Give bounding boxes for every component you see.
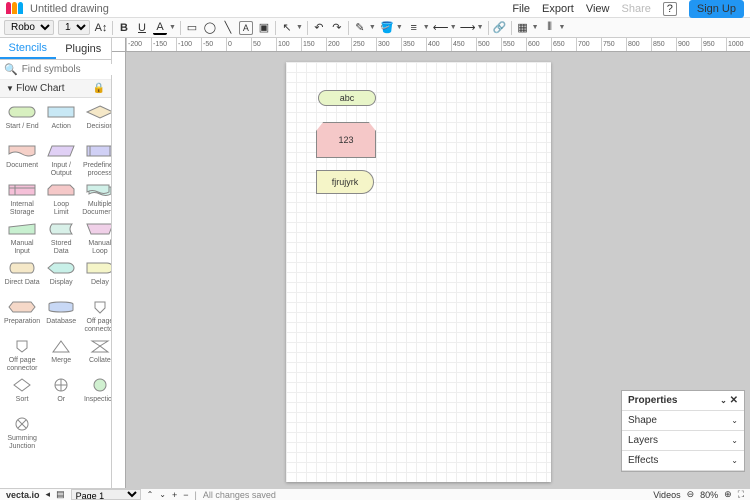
pointer-tool[interactable]: ↖ xyxy=(280,21,294,35)
menu-file[interactable]: File xyxy=(512,3,530,15)
shape-predefined-process[interactable]: Predefined process xyxy=(80,141,111,178)
props-title: Properties xyxy=(628,395,677,406)
shape-display[interactable]: Display xyxy=(44,258,78,295)
shape-input-output[interactable]: Input / Output xyxy=(44,141,78,178)
underline-button[interactable]: U xyxy=(135,21,149,35)
props-shape[interactable]: Shape xyxy=(628,415,657,426)
shape-direct-data[interactable]: Direct Data xyxy=(2,258,42,295)
props-effects[interactable]: Effects xyxy=(628,455,658,466)
fill-tool[interactable]: 🪣 xyxy=(380,21,394,35)
line-style[interactable]: ≡ xyxy=(407,21,421,35)
collapse-icon[interactable]: ⌄ xyxy=(720,396,727,405)
text-size-icon[interactable]: A↕ xyxy=(94,21,108,35)
ruler-horizontal: -200-150-100-500501001502002503003504004… xyxy=(126,38,750,52)
search-icon: 🔍 xyxy=(4,63,18,76)
help-icon[interactable]: ? xyxy=(663,2,677,16)
zoom-level[interactable]: 80% xyxy=(700,490,718,500)
page-down-icon[interactable]: ⌄ xyxy=(159,490,166,499)
add-page-icon[interactable]: + xyxy=(172,490,177,500)
line-tool[interactable]: ╲ xyxy=(221,21,235,35)
menu-share[interactable]: Share xyxy=(622,3,651,15)
doc-title[interactable]: Untitled drawing xyxy=(30,3,109,15)
toolbar: Roboto 14px A↕ B U A▼ ▭ ◯ ╲ A ▣ ↖▼ ↶ ↷ ✎… xyxy=(0,18,750,38)
shape-empty[interactable] xyxy=(44,414,78,451)
shape-or[interactable]: Or xyxy=(44,375,78,412)
shape-loop-limit[interactable]: Loop Limit xyxy=(44,180,78,217)
pen-tool[interactable]: ✎ xyxy=(353,21,367,35)
brand[interactable]: vecta.io xyxy=(6,490,40,500)
shape-empty[interactable] xyxy=(80,414,111,451)
shape-database[interactable]: Database xyxy=(44,297,78,334)
undo-button[interactable]: ↶ xyxy=(312,21,326,35)
app-logo xyxy=(6,2,24,16)
remove-page-icon[interactable]: − xyxy=(183,490,188,500)
tab-stencils[interactable]: Stencils xyxy=(0,38,56,59)
zoom-in-icon[interactable]: ⊕ xyxy=(724,489,732,500)
zoom-out-icon[interactable]: ⊖ xyxy=(687,489,695,500)
node-terminator[interactable]: abc xyxy=(318,90,376,106)
shape-manual-input[interactable]: Manual Input xyxy=(2,219,42,256)
canvas-area[interactable]: -200-150-100-500501001502002503003504004… xyxy=(112,38,750,488)
link-tool[interactable]: 🔗 xyxy=(493,21,507,35)
ruler-vertical xyxy=(112,52,126,488)
lock-icon: 🔒 xyxy=(93,83,105,94)
page-menu-icon[interactable]: ▤ xyxy=(56,489,65,500)
font-select[interactable]: Roboto xyxy=(4,20,54,35)
shape-manual-loop[interactable]: Manual Loop xyxy=(80,219,111,256)
page-select[interactable]: Page 1 xyxy=(71,489,141,500)
align-tool[interactable]: ▦ xyxy=(516,21,530,35)
shape-multiple-documents[interactable]: Multiple Documents xyxy=(80,180,111,217)
shape-merge[interactable]: Merge xyxy=(44,336,78,373)
props-layers[interactable]: Layers xyxy=(628,435,658,446)
ellipse-tool[interactable]: ◯ xyxy=(203,21,217,35)
videos-link[interactable]: Videos xyxy=(653,490,680,500)
image-tool[interactable]: ▣ xyxy=(257,21,271,35)
menu-export[interactable]: Export xyxy=(542,3,574,15)
node-looplimit[interactable]: 123 xyxy=(316,122,376,158)
category-header[interactable]: ▼ Flow Chart 🔒 xyxy=(0,80,111,98)
line-end[interactable]: ⟶ xyxy=(461,21,475,35)
size-select[interactable]: 14px xyxy=(58,20,90,35)
page[interactable]: abc 123 fjrujyrk xyxy=(286,62,551,482)
line-start[interactable]: ⟵ xyxy=(434,21,448,35)
shape-sort[interactable]: Sort xyxy=(2,375,42,412)
shape-off-page-connector[interactable]: Off page connector xyxy=(80,297,111,334)
bold-button[interactable]: B xyxy=(117,21,131,35)
sidebar: Stencils Plugins 🔍 ▼ Flow Chart 🔒 Start … xyxy=(0,38,112,488)
shape-action[interactable]: Action xyxy=(44,102,78,139)
shape-collate[interactable]: Collate xyxy=(80,336,111,373)
prev-icon[interactable]: ◂ xyxy=(46,489,51,500)
shape-inspection[interactable]: Inspection xyxy=(80,375,111,412)
shape-start-end[interactable]: Start / End xyxy=(2,102,42,139)
properties-panel[interactable]: Properties⌄ ✕ Shape⌄ Layers⌄ Effects⌄ xyxy=(621,390,745,472)
menu-view[interactable]: View xyxy=(586,3,610,15)
shape-document[interactable]: Document xyxy=(2,141,42,178)
shape-internal-storage[interactable]: Internal Storage xyxy=(2,180,42,217)
node-delay[interactable]: fjrujyrk xyxy=(316,170,374,194)
signup-button[interactable]: Sign Up xyxy=(689,0,744,18)
tab-plugins[interactable]: Plugins xyxy=(56,38,112,59)
fullscreen-icon[interactable]: ⛶ xyxy=(738,489,744,500)
close-icon[interactable]: ✕ xyxy=(730,395,738,406)
shape-stored-data[interactable]: Stored Data xyxy=(44,219,78,256)
rect-tool[interactable]: ▭ xyxy=(185,21,199,35)
text-color-button[interactable]: A xyxy=(153,21,167,35)
shape-summing-junction[interactable]: Summing Junction xyxy=(2,414,42,451)
page-up-icon[interactable]: ⌃ xyxy=(147,490,154,499)
redo-button[interactable]: ↷ xyxy=(330,21,344,35)
shape-preparation[interactable]: Preparation xyxy=(2,297,42,334)
status-text: All changes saved xyxy=(203,490,276,500)
shape-decision[interactable]: Decision xyxy=(80,102,111,139)
shape-delay[interactable]: Delay xyxy=(80,258,111,295)
text-tool[interactable]: A xyxy=(239,21,253,35)
distribute-tool[interactable]: ⫴ xyxy=(543,21,557,35)
shape-off-page-connector[interactable]: Off page connector xyxy=(2,336,42,373)
